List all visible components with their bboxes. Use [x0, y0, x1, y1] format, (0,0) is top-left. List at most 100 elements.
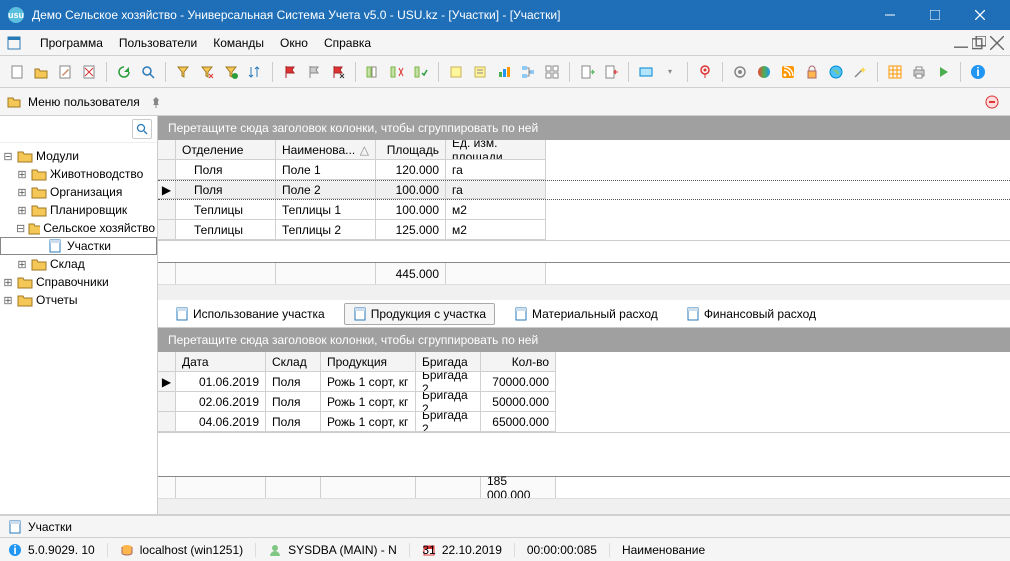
tb-flag-red-icon[interactable] — [279, 61, 301, 83]
tb-edit-icon[interactable] — [54, 61, 76, 83]
tb-column-x-icon[interactable] — [386, 61, 408, 83]
tb-wand-icon[interactable] — [849, 61, 871, 83]
menu-help[interactable]: Справка — [316, 33, 379, 53]
tb-sort-icon[interactable] — [244, 61, 266, 83]
close-icon — [975, 10, 985, 20]
app-menu-icon — [6, 35, 22, 51]
tb-tool1-icon[interactable] — [635, 61, 657, 83]
tb-note-icon[interactable] — [445, 61, 467, 83]
tree-label: Организация — [50, 185, 122, 199]
tb-column-ok-icon[interactable] — [410, 61, 432, 83]
hscroll-top[interactable] — [158, 284, 1010, 300]
col-date[interactable]: Дата — [176, 352, 266, 372]
tb-flag-x-icon[interactable] — [327, 61, 349, 83]
tb-play-icon[interactable] — [932, 61, 954, 83]
col-product[interactable]: Продукция — [321, 352, 416, 372]
tree-item-plots[interactable]: Участки — [0, 237, 157, 255]
bottom-grid[interactable]: Дата Склад Продукция Бригада Кол-во ▶ 01… — [158, 352, 1010, 433]
tb-grid-icon[interactable] — [884, 61, 906, 83]
menu-window[interactable]: Окно — [272, 33, 316, 53]
table-row[interactable]: ▶ 01.06.2019 Поля Рожь 1 сорт, кг Бригад… — [158, 372, 1010, 392]
tb-column-icon[interactable] — [362, 61, 384, 83]
tb-print-icon[interactable] — [908, 61, 930, 83]
user-menu-label[interactable]: Меню пользователя — [28, 95, 140, 109]
total-qty: 185 000.000 — [481, 477, 556, 498]
tree-root-refs[interactable]: ⊞ Справочники — [0, 273, 157, 291]
table-row[interactable]: Поля Поле 1 120.000 га — [158, 160, 1010, 180]
col-name[interactable]: Наименова...△ — [276, 140, 376, 160]
table-row[interactable]: 02.06.2019 Поля Рожь 1 сорт, кг Бригада … — [158, 392, 1010, 412]
top-grid[interactable]: Отделение Наименова...△ Площадь Ед. изм.… — [158, 140, 1010, 241]
tb-arrange-icon[interactable] — [541, 61, 563, 83]
tb-pin-icon[interactable] — [694, 61, 716, 83]
stop-icon[interactable] — [984, 94, 1000, 110]
mdi-minimize-icon[interactable] — [954, 36, 968, 50]
tb-info-icon[interactable]: i — [967, 61, 989, 83]
folder-icon — [6, 94, 22, 110]
page-icon — [175, 307, 189, 321]
sidebar-search-button[interactable] — [132, 119, 152, 139]
tab-financial[interactable]: Финансовый расход — [677, 303, 825, 325]
tab-material[interactable]: Материальный расход — [505, 303, 667, 325]
tree-view[interactable]: ⊟ Модули ⊞ Животноводство ⊞ Организация … — [0, 143, 157, 514]
col-qty[interactable]: Кол-во — [481, 352, 556, 372]
pin-icon[interactable] — [150, 96, 162, 108]
tb-gear-icon[interactable] — [729, 61, 751, 83]
tb-filter-x-icon[interactable] — [196, 61, 218, 83]
tree-item-livestock[interactable]: ⊞ Животноводство — [0, 165, 157, 183]
tb-refresh-icon[interactable] — [113, 61, 135, 83]
tb-world-icon[interactable] — [825, 61, 847, 83]
tb-filter-icon[interactable] — [172, 61, 194, 83]
tab-production[interactable]: Продукция с участка — [344, 303, 495, 325]
tb-color-icon[interactable] — [753, 61, 775, 83]
close-button[interactable] — [957, 0, 1002, 30]
tb-lock-icon[interactable] — [801, 61, 823, 83]
col-area[interactable]: Площадь — [376, 140, 446, 160]
svg-text:31: 31 — [422, 543, 436, 557]
tab-usage[interactable]: Использование участка — [166, 303, 334, 325]
maximize-button[interactable] — [912, 0, 957, 30]
tree-item-org[interactable]: ⊞ Организация — [0, 183, 157, 201]
tree-item-planner[interactable]: ⊞ Планировщик — [0, 201, 157, 219]
tree-root-reports[interactable]: ⊞ Отчеты — [0, 291, 157, 309]
col-dept[interactable]: Отделение — [176, 140, 276, 160]
mdi-close-icon[interactable] — [990, 36, 1004, 50]
tb-flag-grey-icon[interactable] — [303, 61, 325, 83]
table-row[interactable]: Теплицы Теплицы 1 100.000 м2 — [158, 200, 1010, 220]
menu-users[interactable]: Пользователи — [111, 33, 205, 53]
tb-filtered-icon[interactable] — [220, 61, 242, 83]
search-icon — [136, 123, 148, 135]
tb-export-icon[interactable] — [600, 61, 622, 83]
tb-note2-icon[interactable] — [469, 61, 491, 83]
col-brigade[interactable]: Бригада — [416, 352, 481, 372]
group-hint-bottom[interactable]: Перетащите сюда заголовок колонки, чтобы… — [158, 328, 1010, 352]
tb-chart-icon[interactable] — [493, 61, 515, 83]
tb-new-icon[interactable] — [6, 61, 28, 83]
tb-search-icon[interactable] — [137, 61, 159, 83]
tree-root-modules[interactable]: ⊟ Модули — [0, 147, 157, 165]
tb-import-icon[interactable] — [576, 61, 598, 83]
minimize-button[interactable] — [867, 0, 912, 30]
col-warehouse[interactable]: Склад — [266, 352, 321, 372]
group-hint-top[interactable]: Перетащите сюда заголовок колонки, чтобы… — [158, 116, 1010, 140]
content-area: Перетащите сюда заголовок колонки, чтобы… — [158, 116, 1010, 514]
detail-tabs: Использование участка Продукция с участк… — [158, 300, 1010, 328]
menu-program[interactable]: Программа — [32, 33, 111, 53]
tree-item-agri[interactable]: ⊟ Сельское хозяйство — [0, 219, 157, 237]
tb-tool1b-icon[interactable]: ▾ — [659, 61, 681, 83]
tb-tree-icon[interactable] — [517, 61, 539, 83]
menu-commands[interactable]: Команды — [205, 33, 272, 53]
window-title: Демо Сельское хозяйство - Универсальная … — [32, 8, 867, 22]
tb-open-icon[interactable] — [30, 61, 52, 83]
tb-delete-icon[interactable] — [78, 61, 100, 83]
col-unit[interactable]: Ед. изм. площади — [446, 140, 546, 160]
table-row[interactable]: Теплицы Теплицы 2 125.000 м2 — [158, 220, 1010, 240]
bottom-grid-footer: 185 000.000 — [158, 476, 1010, 498]
hscroll-bottom[interactable] — [158, 498, 1010, 514]
table-row[interactable]: 04.06.2019 Поля Рожь 1 сорт, кг Бригада … — [158, 412, 1010, 432]
window-tab[interactable]: Участки — [28, 520, 72, 534]
table-row-selected[interactable]: ▶ Поля Поле 2 100.000 га — [158, 180, 1010, 200]
tb-rss-icon[interactable] — [777, 61, 799, 83]
tree-item-warehouse[interactable]: ⊞ Склад — [0, 255, 157, 273]
mdi-restore-icon[interactable] — [972, 36, 986, 50]
